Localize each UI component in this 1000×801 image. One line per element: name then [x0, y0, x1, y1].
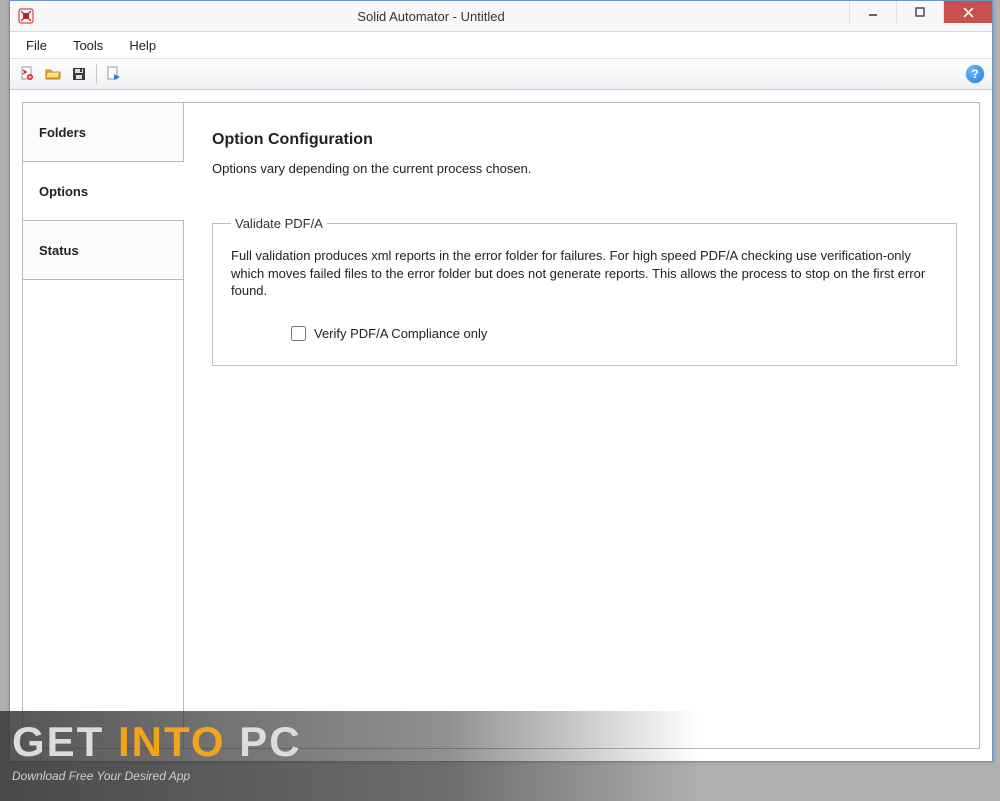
help-button[interactable]: ? [964, 63, 986, 85]
save-icon[interactable] [68, 63, 90, 85]
desktop: Solid Automator - Untitled File Tools He… [0, 0, 1000, 801]
maximize-button[interactable] [896, 1, 943, 23]
group-legend: Validate PDF/A [231, 216, 327, 231]
watermark-title: GET INTO PC [12, 721, 1000, 763]
open-folder-icon[interactable] [42, 63, 64, 85]
client-area: Folders Options Status Option Configurat… [10, 90, 992, 761]
toolbar-separator [96, 64, 97, 84]
tab-status[interactable]: Status [23, 221, 183, 280]
verify-compliance-checkbox[interactable] [291, 326, 306, 341]
run-icon[interactable] [103, 63, 125, 85]
page-heading: Option Configuration [212, 131, 957, 149]
validate-pdfa-group: Validate PDF/A Full validation produces … [212, 216, 957, 366]
content-pane: Option Configuration Options vary depend… [184, 103, 979, 748]
tab-options[interactable]: Options [23, 162, 183, 221]
menubar: File Tools Help [10, 32, 992, 59]
toolbar: ? [10, 59, 992, 90]
app-window: Solid Automator - Untitled File Tools He… [9, 0, 993, 762]
close-button[interactable] [943, 1, 992, 23]
window-controls [849, 1, 992, 31]
main-panel: Folders Options Status Option Configurat… [22, 102, 980, 749]
page-subheading: Options vary depending on the current pr… [212, 161, 957, 176]
tab-folders[interactable]: Folders [23, 103, 183, 162]
new-doc-icon[interactable] [16, 63, 38, 85]
verify-compliance-label[interactable]: Verify PDF/A Compliance only [314, 326, 487, 341]
watermark-overlay: GET INTO PC Download Free Your Desired A… [0, 711, 1000, 801]
side-tabs: Folders Options Status [23, 103, 184, 748]
titlebar: Solid Automator - Untitled [10, 1, 992, 32]
app-icon [18, 8, 34, 24]
verify-compliance-row: Verify PDF/A Compliance only [231, 326, 938, 341]
menu-help[interactable]: Help [117, 35, 168, 56]
menu-file[interactable]: File [14, 35, 59, 56]
help-icon: ? [966, 65, 984, 83]
menu-tools[interactable]: Tools [61, 35, 115, 56]
watermark-tagline: Download Free Your Desired App [12, 769, 1000, 783]
group-description: Full validation produces xml reports in … [231, 247, 938, 300]
window-title: Solid Automator - Untitled [10, 9, 852, 24]
minimize-button[interactable] [849, 1, 896, 23]
